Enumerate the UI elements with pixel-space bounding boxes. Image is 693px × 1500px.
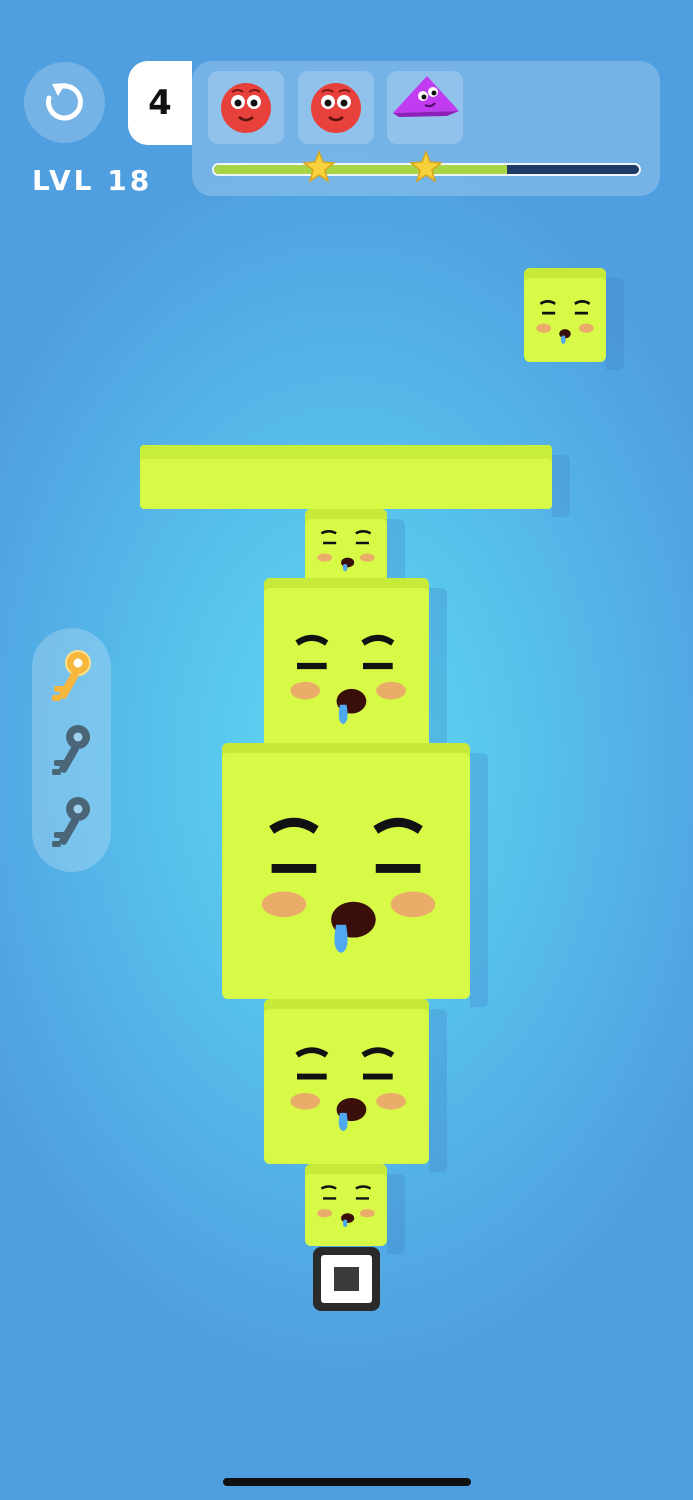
goal-slot-3 xyxy=(387,71,463,144)
gray-key-icon xyxy=(52,797,90,847)
block-shadow xyxy=(552,455,570,517)
red-round-face-icon xyxy=(311,83,361,133)
medium-block[interactable] xyxy=(264,578,447,762)
moves-counter: 4 xyxy=(128,61,192,145)
level-progress-fill xyxy=(214,165,508,174)
block-shadow xyxy=(429,588,447,762)
base-tile xyxy=(313,1247,380,1311)
sleepy-face-icon xyxy=(536,299,594,345)
sleepy-face-icon xyxy=(261,817,436,953)
red-round-face-icon xyxy=(221,83,271,133)
long-bar-block[interactable] xyxy=(140,445,570,517)
block-shadow xyxy=(606,278,624,370)
goal-slot-2 xyxy=(298,71,374,144)
large-block[interactable] xyxy=(222,743,488,1007)
sleepy-face-icon xyxy=(290,1047,406,1131)
star-icon xyxy=(409,150,443,183)
restart-button[interactable] xyxy=(24,62,105,143)
block-shadow xyxy=(387,1174,405,1254)
small-block[interactable] xyxy=(305,1164,405,1254)
block-shadow xyxy=(470,753,488,1007)
sleepy-face-icon xyxy=(317,1185,375,1228)
restart-icon xyxy=(46,83,83,121)
sleepy-face-icon xyxy=(290,634,406,725)
block-shadow xyxy=(429,1009,447,1172)
star-icon xyxy=(302,150,336,183)
medium-block[interactable] xyxy=(264,999,447,1172)
next-block[interactable] xyxy=(524,268,624,370)
gray-key-icon xyxy=(52,725,90,775)
purple-triangle-face-icon xyxy=(393,76,459,117)
home-indicator[interactable] xyxy=(223,1478,471,1486)
gold-key-icon xyxy=(52,650,91,701)
level-label: LVL 18 xyxy=(32,164,153,197)
goal-slot-1 xyxy=(208,71,284,144)
